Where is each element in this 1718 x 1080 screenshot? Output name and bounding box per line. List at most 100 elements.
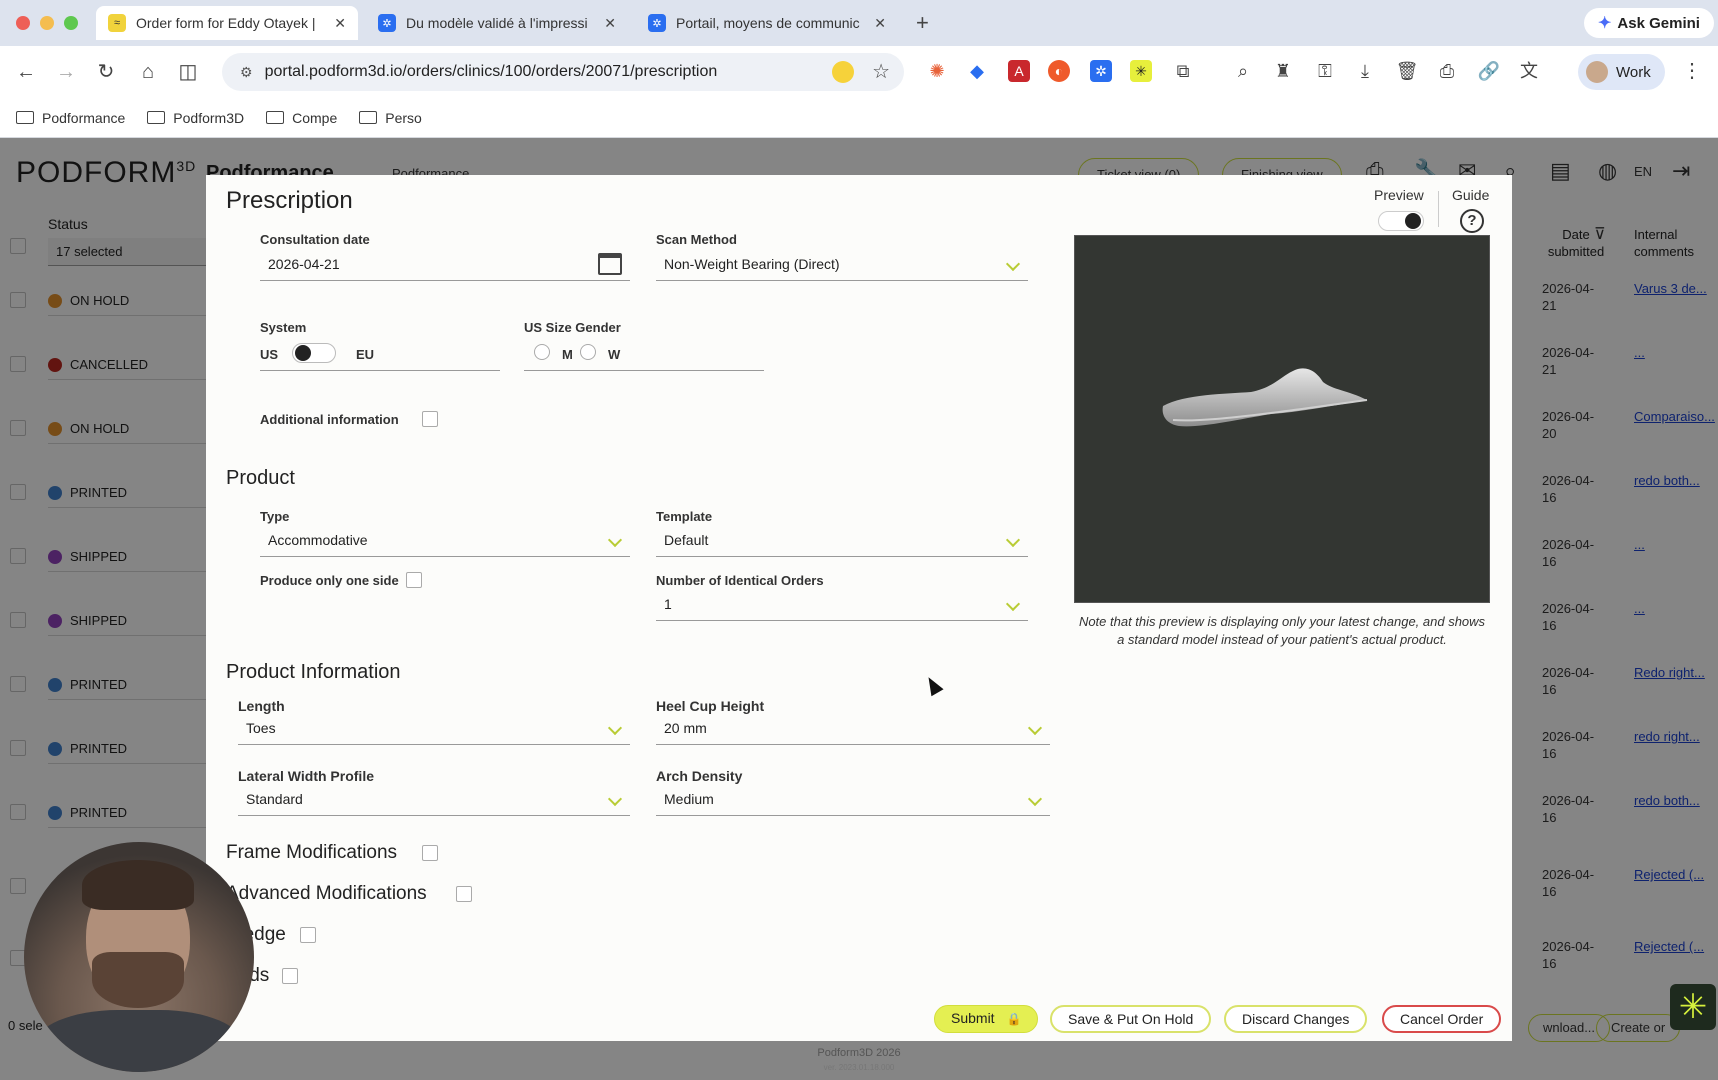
- identical-orders-select[interactable]: 1: [656, 587, 1028, 621]
- lateral-width-select[interactable]: Standard: [238, 782, 630, 816]
- close-icon[interactable]: ✕: [604, 15, 616, 32]
- back-button[interactable]: ←: [12, 58, 40, 86]
- guide-label: Guide: [1452, 187, 1490, 203]
- insole-model-graphic: [1162, 368, 1368, 427]
- pdf-extension-icon[interactable]: A: [1008, 60, 1030, 82]
- template-value: Default: [664, 532, 709, 548]
- yellow-extension-icon[interactable]: ✳: [1130, 60, 1152, 82]
- preview-note: Note that this preview is displaying onl…: [1078, 614, 1486, 647]
- folder-icon: [147, 111, 166, 124]
- additional-info-checkbox[interactable]: [422, 411, 438, 427]
- diamond-extension-icon[interactable]: ◆: [966, 60, 988, 82]
- product-info-section-title: Product Information: [226, 661, 401, 683]
- password-key-icon[interactable]: ⚿: [1312, 58, 1338, 84]
- system-underline: [260, 335, 500, 371]
- bookmark-perso[interactable]: Perso: [359, 110, 422, 126]
- translate-icon[interactable]: 文: [1516, 58, 1542, 84]
- chevron-down-icon: [607, 532, 623, 548]
- podform-favicon-icon: ≈: [108, 14, 126, 32]
- person-shirt: [34, 1010, 244, 1072]
- arch-density-select[interactable]: Medium: [656, 782, 1050, 816]
- ask-gemini-button[interactable]: ✦ Ask Gemini: [1584, 8, 1714, 38]
- close-icon[interactable]: ✕: [334, 15, 346, 32]
- minimize-window-button[interactable]: [40, 16, 54, 30]
- scan-method-select[interactable]: Non-Weight Bearing (Direct): [656, 247, 1028, 281]
- arch-density-value: Medium: [664, 791, 714, 807]
- consultation-date-field[interactable]: 2026-04-21: [260, 247, 630, 281]
- folder-icon: [266, 111, 285, 124]
- wedge-checkbox[interactable]: [300, 927, 316, 943]
- assistant-widget-icon[interactable]: ✳: [1670, 984, 1716, 1030]
- url-text[interactable]: portal.podform3d.io/orders/clinics/100/o…: [265, 63, 718, 81]
- ask-gemini-label: Ask Gemini: [1617, 14, 1700, 32]
- site-settings-icon[interactable]: ⚙: [240, 64, 253, 81]
- browser-tab-portail[interactable]: ✲ Portail, moyens de communic ✕: [636, 6, 898, 40]
- address-bar[interactable]: ⚙ portal.podform3d.io/orders/clinics/100…: [222, 53, 904, 91]
- template-select[interactable]: Default: [656, 523, 1028, 557]
- pads-checkbox[interactable]: [282, 968, 298, 984]
- close-window-button[interactable]: [16, 16, 30, 30]
- folder-icon: [359, 111, 378, 124]
- browser-tab-order-form[interactable]: ≈ Order form for Eddy Otayek | ✕: [96, 6, 358, 40]
- advanced-modifications-checkbox[interactable]: [456, 886, 472, 902]
- help-icon[interactable]: ?: [1460, 209, 1484, 233]
- one-side-label: Produce only one side: [260, 573, 399, 588]
- folder-icon: [16, 111, 34, 124]
- preview-toggle[interactable]: [1378, 211, 1424, 231]
- calendar-icon[interactable]: [598, 253, 622, 275]
- bookmark-podform3d[interactable]: Podform3D: [147, 110, 244, 126]
- link-icon[interactable]: 🔗: [1476, 58, 1502, 84]
- person-hair: [82, 860, 194, 910]
- type-label: Type: [260, 509, 290, 524]
- claude-extension-icon[interactable]: ✺: [926, 60, 948, 82]
- browser-toolbar: ← → ↻ ⌂ ◫ ⚙ portal.podform3d.io/orders/c…: [0, 46, 1718, 98]
- close-icon[interactable]: ✕: [874, 15, 886, 32]
- template-label: Template: [656, 509, 713, 524]
- browser-menu-icon[interactable]: ⋮: [1682, 58, 1702, 83]
- consultation-date-label: Consultation date: [260, 232, 370, 247]
- bookmark-label: Podform3D: [173, 109, 245, 126]
- app-footer: Podform3D 2026: [817, 1047, 901, 1059]
- one-side-checkbox[interactable]: [406, 572, 422, 588]
- modal-title: Prescription: [226, 187, 353, 214]
- save-put-on-hold-button[interactable]: Save & Put On Hold: [1050, 1005, 1212, 1033]
- forward-button[interactable]: →: [52, 58, 80, 86]
- heel-cup-select[interactable]: 20 mm: [656, 711, 1050, 745]
- length-select[interactable]: Toes: [238, 711, 630, 745]
- lateral-width-value: Standard: [246, 791, 303, 807]
- consultation-date-value: 2026-04-21: [268, 256, 340, 272]
- browser-tab-bar: ≈ Order form for Eddy Otayek | ✕ ✲ Du mo…: [0, 0, 1718, 46]
- split-view-button[interactable]: ◫: [174, 58, 202, 86]
- download-icon[interactable]: ⤓: [1352, 58, 1378, 84]
- frame-modifications-checkbox[interactable]: [422, 845, 438, 861]
- print-icon[interactable]: ⎙: [1434, 58, 1460, 84]
- bookmark-star-icon[interactable]: ☆: [872, 59, 890, 84]
- orange-extension-icon[interactable]: ◐: [1048, 60, 1070, 82]
- trash-icon[interactable]: 🗑: [1394, 58, 1420, 84]
- screen-search-icon[interactable]: ⌕: [1230, 58, 1256, 84]
- maximize-window-button[interactable]: [64, 16, 78, 30]
- profile-label: Work: [1616, 63, 1651, 81]
- bookmarks-bar: Podformance Podform3D Compe Perso: [0, 98, 1718, 138]
- prescription-modal: Prescription Preview Guide ? Consultatio…: [206, 175, 1512, 1041]
- new-tab-button[interactable]: +: [916, 10, 929, 36]
- bookmark-compe[interactable]: Compe: [266, 110, 337, 126]
- chevron-down-icon: [1027, 791, 1043, 807]
- podform-extension-icon[interactable]: [832, 61, 854, 83]
- profile-button[interactable]: Work: [1578, 54, 1665, 90]
- home-button[interactable]: ⌂: [134, 58, 162, 86]
- chevron-down-icon: [607, 720, 623, 736]
- incognito-icon[interactable]: ♜: [1270, 58, 1296, 84]
- extensions-puzzle-icon[interactable]: ⧉: [1170, 58, 1196, 84]
- size-gender-label: US Size Gender: [524, 320, 621, 335]
- submit-button[interactable]: Submit 🔒: [934, 1005, 1039, 1033]
- reload-button[interactable]: ↻: [92, 58, 120, 86]
- insole-3d-preview[interactable]: [1074, 235, 1490, 603]
- browser-tab-du-modele[interactable]: ✲ Du modèle validé à l'impressi ✕: [366, 6, 628, 40]
- cancel-order-button[interactable]: Cancel Order: [1382, 1005, 1502, 1033]
- discard-changes-button[interactable]: Discard Changes: [1224, 1005, 1368, 1033]
- type-select[interactable]: Accommodative: [260, 523, 630, 557]
- blue-gear-extension-icon[interactable]: ✲: [1090, 60, 1112, 82]
- bookmark-podformance[interactable]: Podformance: [16, 110, 125, 126]
- chevron-down-icon: [1027, 720, 1043, 736]
